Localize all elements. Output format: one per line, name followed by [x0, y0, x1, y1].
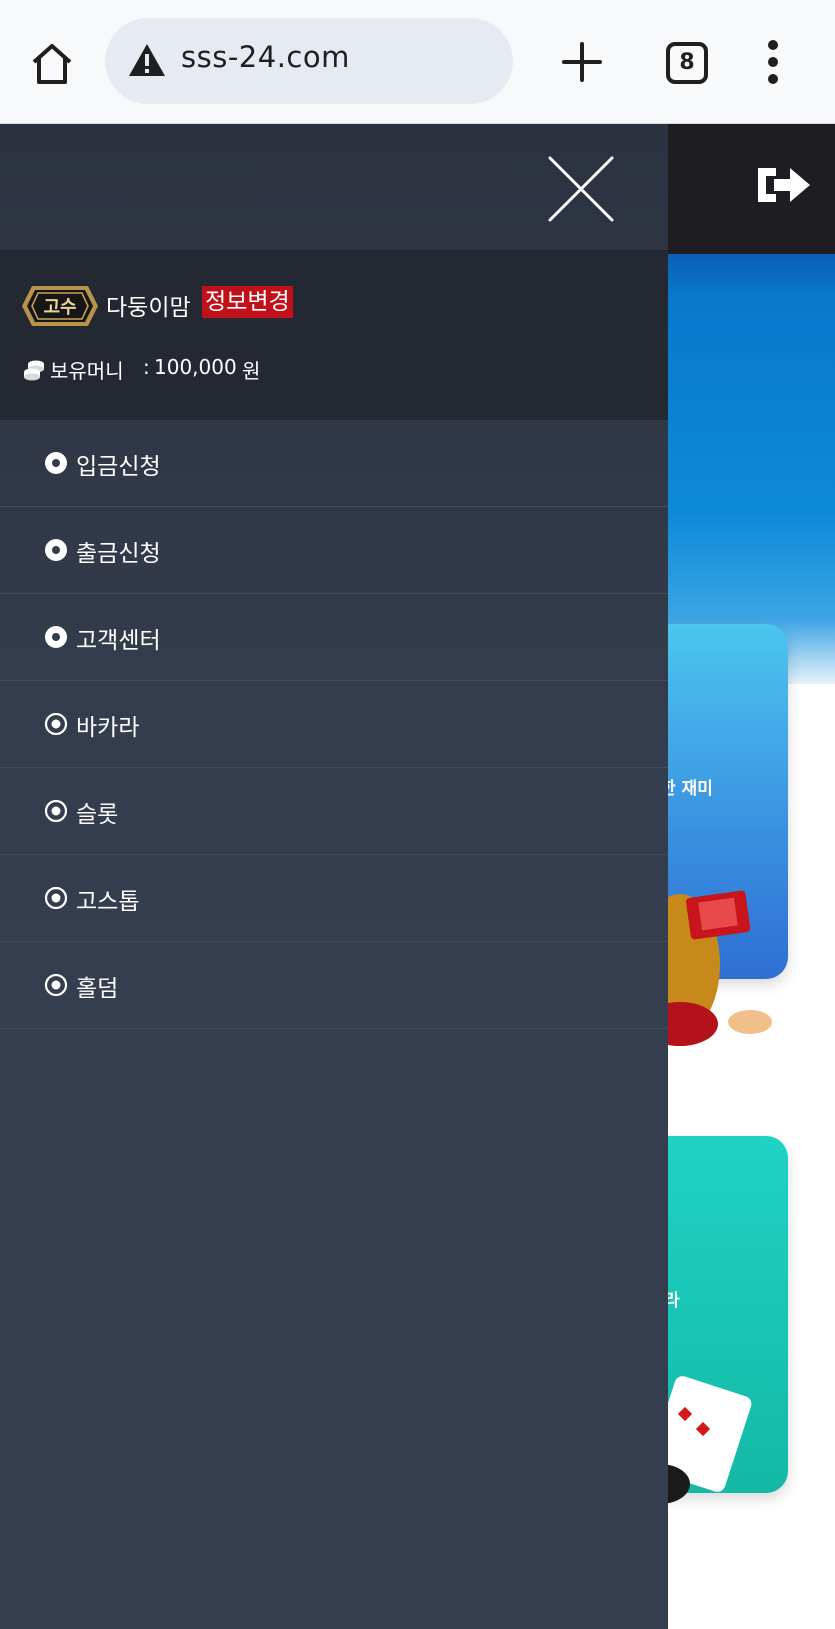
menu-item-label: 바카라	[76, 715, 140, 741]
menu-item-label: 고스톱	[76, 889, 140, 915]
balance-label: 보유머니	[50, 359, 124, 383]
balance-value: 100,000	[154, 355, 237, 379]
close-icon[interactable]	[546, 154, 616, 224]
edit-profile-button[interactable]: 정보변경	[202, 286, 293, 318]
ring-dot-icon	[44, 886, 68, 910]
rank-badge-text: 고수	[43, 297, 76, 318]
menu-item-label: 고객센터	[76, 628, 161, 654]
menu-item-label: 홀덤	[76, 976, 119, 1002]
menu-item-slot[interactable]: 슬롯	[0, 768, 668, 855]
ring-dot-icon	[44, 799, 68, 823]
menu-item-baccarat[interactable]: 바카라	[0, 681, 668, 768]
menu-item-gostop[interactable]: 고스톱	[0, 855, 668, 942]
ring-dot-icon	[44, 973, 68, 997]
drawer-menu: 입금신청 출금신청 고객센터 바카라 슬롯 고스톱 홀덤	[0, 420, 668, 1029]
menu-item-label: 슬롯	[76, 802, 119, 828]
menu-item-label: 출금신청	[76, 541, 161, 567]
logout-icon[interactable]	[754, 160, 814, 210]
filled-circle-icon	[45, 626, 67, 648]
new-tab-plus-icon[interactable]	[560, 40, 604, 84]
menu-item-holdem[interactable]: 홀덤	[0, 942, 668, 1029]
user-profile-panel: 고수 다둥이맘 정보변경 보유머니 : 100,000 원	[0, 250, 668, 420]
filled-circle-icon	[45, 452, 67, 474]
coins-icon	[24, 360, 44, 381]
rank-badge: 고수	[22, 286, 98, 326]
more-menu-icon[interactable]	[760, 38, 786, 86]
address-bar[interactable]: sss-24.com	[105, 18, 513, 104]
ring-dot-icon	[44, 712, 68, 736]
balance-colon: :	[143, 355, 150, 379]
menu-item-label: 입금신청	[76, 454, 161, 480]
user-nickname: 다둥이맘	[106, 295, 191, 321]
warning-icon[interactable]	[127, 42, 167, 78]
balance-unit: 원	[242, 359, 261, 383]
menu-item-deposit[interactable]: 입금신청	[0, 420, 668, 507]
home-icon[interactable]	[28, 40, 76, 88]
menu-item-withdraw[interactable]: 출금신청	[0, 507, 668, 594]
url-text: sss-24.com	[181, 40, 350, 74]
filled-circle-icon	[45, 539, 67, 561]
browser-toolbar: sss-24.com 8	[0, 0, 835, 124]
tab-switcher-button[interactable]: 8	[666, 42, 708, 84]
menu-item-support[interactable]: 고객센터	[0, 594, 668, 681]
side-drawer: 고수 다둥이맘 정보변경 보유머니 : 100,000 원 입금신청 출금신청 …	[0, 124, 668, 1629]
